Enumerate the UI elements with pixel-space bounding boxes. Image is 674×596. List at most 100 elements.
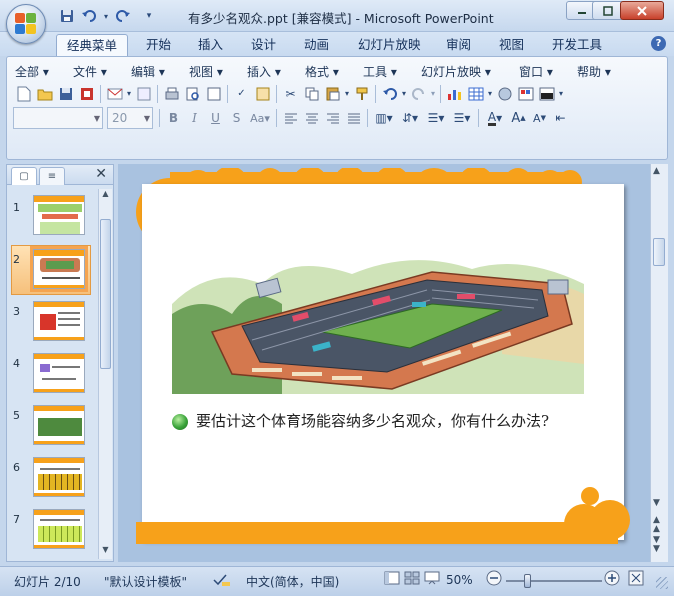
menu-edit[interactable]: 编辑 ▾	[131, 63, 189, 80]
permission-icon[interactable]	[76, 83, 97, 104]
bullets-icon[interactable]: ☰▾	[449, 108, 475, 129]
tab-classic-menu[interactable]: 经典菜单	[56, 34, 129, 56]
align-center-icon[interactable]	[301, 108, 322, 129]
align-right-icon[interactable]	[322, 108, 343, 129]
email-icon[interactable]	[104, 83, 125, 104]
decrease-font-icon[interactable]: A ▼	[529, 108, 550, 129]
undo-dropdown-icon[interactable]: ▾	[400, 83, 408, 104]
slide-thumbnail-2[interactable]	[30, 246, 88, 292]
spelling-check-icon[interactable]	[212, 573, 232, 590]
zoom-slider-thumb[interactable]	[524, 574, 531, 588]
customize-icon[interactable]: ▾	[140, 7, 158, 25]
scroll-up-icon[interactable]: ▲	[99, 189, 112, 203]
slide-thumbnail-6[interactable]	[33, 457, 85, 497]
menu-tools[interactable]: 工具 ▾	[363, 63, 421, 80]
office-button[interactable]	[6, 4, 46, 44]
research-icon[interactable]	[252, 83, 273, 104]
print-preview-icon[interactable]	[182, 83, 203, 104]
tab-outline-icon[interactable]: ≡	[39, 167, 65, 185]
decrease-indent-icon[interactable]: ⇤	[550, 108, 571, 129]
print-icon[interactable]	[161, 83, 182, 104]
new-icon[interactable]	[13, 83, 34, 104]
question-text[interactable]: 要估计这个体育场能容纳多少名观众，你有什么办法?	[196, 410, 549, 431]
publish-icon[interactable]	[133, 83, 154, 104]
slide-thumbnail-3[interactable]	[33, 301, 85, 341]
shadow-icon[interactable]: S	[226, 108, 247, 129]
slide-thumbnail-4[interactable]	[33, 353, 85, 393]
grayscale-icon[interactable]	[536, 83, 557, 104]
redo-dropdown-icon[interactable]: ▾	[429, 83, 437, 104]
slide-scrollbar[interactable]: ▲ ▼ ▲ ▲ ▼ ▼	[650, 164, 668, 562]
font-size-combo[interactable]: 20 ▼	[107, 107, 153, 129]
theme-name[interactable]: "默认设计模板"	[104, 573, 187, 590]
zoom-slider-track[interactable]	[506, 580, 602, 582]
table-dropdown-icon[interactable]: ▾	[486, 83, 494, 104]
undo-dropdown-icon[interactable]: ▾	[102, 7, 110, 25]
menu-slideshow[interactable]: 幻灯片放映 ▾	[421, 63, 519, 80]
font-name-combo[interactable]: ▼	[13, 107, 103, 129]
fit-to-window-icon[interactable]	[628, 570, 644, 589]
bold-icon[interactable]: B	[163, 108, 184, 129]
open-icon[interactable]	[34, 83, 55, 104]
columns-icon[interactable]: ▥▾	[371, 108, 397, 129]
menu-help[interactable]: 帮助 ▾	[577, 63, 625, 80]
tab-review[interactable]: 审阅	[436, 34, 481, 56]
menu-insert[interactable]: 插入 ▾	[247, 63, 305, 80]
close-button[interactable]	[620, 1, 664, 20]
undo-icon[interactable]	[80, 7, 98, 25]
tab-animation[interactable]: 动画	[294, 34, 339, 56]
grid-view-icon[interactable]	[203, 83, 224, 104]
undo-icon[interactable]	[379, 83, 400, 104]
redo-icon[interactable]	[408, 83, 429, 104]
normal-view-icon[interactable]	[384, 571, 400, 588]
slideshow-view-icon[interactable]	[424, 571, 440, 588]
zoom-out-icon[interactable]	[486, 570, 502, 589]
spelling-icon[interactable]: ✓	[231, 83, 252, 104]
resize-grip-icon[interactable]	[656, 577, 668, 589]
format-painter-icon[interactable]	[351, 83, 372, 104]
menu-file[interactable]: 文件 ▾	[73, 63, 131, 80]
language-indicator[interactable]: 中文(简体，中国)	[246, 573, 339, 590]
next-slide-icon[interactable]: ▼ ▼	[653, 536, 660, 554]
dropdown-arrow-icon[interactable]: ▾	[125, 83, 133, 104]
tab-home[interactable]: 开始	[136, 34, 181, 56]
menu-format[interactable]: 格式 ▾	[305, 63, 363, 80]
redo-icon[interactable]	[114, 7, 132, 25]
scrollbar-thumb[interactable]	[100, 219, 111, 369]
tab-slides-icon[interactable]: ▢	[11, 167, 37, 185]
clipart-icon[interactable]	[494, 83, 515, 104]
copy-icon[interactable]	[301, 83, 322, 104]
increase-font-icon[interactable]: A ▲	[508, 108, 529, 129]
paste-icon[interactable]	[322, 83, 343, 104]
menu-window[interactable]: 窗口 ▾	[519, 63, 577, 80]
scroll-down-icon[interactable]: ▼	[653, 498, 660, 508]
scroll-down-icon[interactable]: ▼	[99, 545, 112, 559]
grayscale-dropdown-icon[interactable]: ▾	[557, 83, 565, 104]
tab-insert[interactable]: 插入	[188, 34, 233, 56]
justify-icon[interactable]	[343, 108, 364, 129]
paste-dropdown-icon[interactable]: ▾	[343, 83, 351, 104]
tab-design[interactable]: 设计	[241, 34, 286, 56]
tab-developer[interactable]: 开发工具	[542, 34, 612, 56]
slide-thumbnail-5[interactable]	[33, 405, 85, 445]
save-icon[interactable]	[58, 7, 76, 25]
save-icon[interactable]	[55, 83, 76, 104]
thumbnail-scrollbar[interactable]: ▲ ▼	[98, 189, 112, 559]
tab-view[interactable]: 视图	[489, 34, 534, 56]
close-icon[interactable]: ✕	[95, 166, 107, 182]
text-direction-icon[interactable]: ⇵▾	[397, 108, 423, 129]
scrollbar-thumb[interactable]	[653, 238, 665, 266]
zoom-level[interactable]: 50%	[446, 573, 473, 587]
cut-icon[interactable]: ✂	[280, 83, 301, 104]
scroll-up-icon[interactable]: ▲	[653, 166, 660, 176]
previous-slide-icon[interactable]: ▲ ▲	[653, 516, 660, 534]
change-case-icon[interactable]: Aa▾	[247, 108, 273, 129]
zoom-in-icon[interactable]	[604, 570, 620, 589]
tab-slideshow[interactable]: 幻灯片放映	[348, 34, 431, 56]
menu-view[interactable]: 视图 ▾	[189, 63, 247, 80]
align-left-icon[interactable]	[280, 108, 301, 129]
slide-thumbnail-7[interactable]	[33, 509, 85, 549]
slide-thumbnail-1[interactable]	[33, 195, 85, 235]
underline-icon[interactable]: U	[205, 108, 226, 129]
chart-icon[interactable]	[444, 83, 465, 104]
